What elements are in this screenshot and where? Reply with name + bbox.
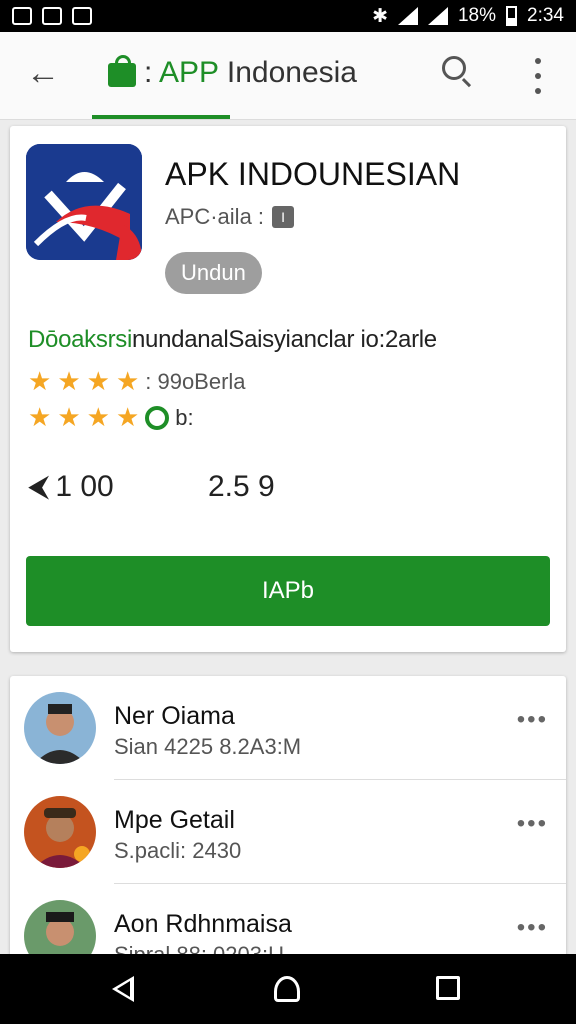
list-item[interactable]: Mpe Getail S.pacli: 2430 ••• [10,780,566,884]
list-item-name: Mpe Getail [114,806,235,834]
star-icon: ★ [86,366,110,396]
developer-name[interactable]: APC·aila : [165,204,264,230]
toolbar-title: : APP Indonesia [108,55,357,90]
size-stat: 2.5 9 [208,470,275,503]
top-toolbar: ← : APP Indonesia [0,32,576,120]
message-icon [42,7,62,25]
battery-percent: 18% [457,5,497,26]
image-icon [72,7,92,25]
install-button[interactable]: IAPb [26,556,550,626]
system-nav-bar [0,954,576,1024]
more-horiz-icon[interactable]: ••• [517,810,548,838]
status-system: ✱ 18% 2:34 [372,5,564,28]
star-icon: ★ [57,366,81,396]
more-horiz-icon[interactable]: ••• [517,706,548,734]
star-icon: ★ [28,402,52,432]
active-tab-underline [92,115,230,119]
list-item-sub: S.pacli: 2430 [114,838,242,863]
wifi-icon [397,7,418,25]
bluetooth-icon: ✱ [372,5,388,27]
more-vert-icon[interactable] [530,58,546,94]
app-stats: ⮜ 1 00 2.5 9 [28,470,548,510]
avatar [24,796,96,868]
star-icon: ★ [115,366,140,396]
nav-home-icon[interactable] [274,976,300,1002]
app-title: APK INDOUNESIAN [165,156,461,192]
developer-row[interactable]: APC·aila : I [165,204,295,230]
battery-icon [506,6,518,26]
rating-row-2: ★ ★ ★ ★ b: [28,402,194,433]
clock: 2:34 [527,5,564,26]
toolbar-title-text: : APP Indonesia [144,56,357,89]
notification-icon [12,7,32,25]
rating-text: : 99oBerla [145,368,246,394]
star-icon: ★ [115,402,140,432]
app-description: DōoaksrsinundanalSaisyianclar io:2arle [28,326,437,353]
rating-text-2: b: [175,404,194,430]
rating-row: ★ ★ ★ ★ : 99oBerla [28,366,246,397]
list-item-name: Ner Oiama [114,702,235,730]
status-bar: ✱ 18% 2:34 [0,0,576,32]
app-icon [26,144,142,260]
downloads-stat: ⮜ 1 00 [28,470,114,503]
status-notifications [12,7,92,25]
list-item[interactable]: Ner Oiama Sian 4225 8.2A3:M ••• [10,676,566,780]
star-icon: ★ [28,366,52,396]
reviewers-list: Ner Oiama Sian 4225 8.2A3:M ••• Mpe Geta… [10,676,566,976]
editors-choice-icon: I [272,206,295,228]
nav-recents-icon[interactable] [436,976,460,1000]
share-icon: ⮜ [28,470,50,503]
list-item-name: Aon Rdhnmaisa [114,910,292,938]
app-detail-card: APK INDOUNESIAN APC·aila : I Undun Dōoak… [10,126,566,652]
list-item-sub: Sian 4225 8.2A3:M [114,734,302,759]
more-horiz-icon[interactable]: ••• [517,914,548,942]
play-circle-icon [145,405,170,430]
bag-icon [108,55,136,87]
search-icon[interactable] [440,54,476,90]
nav-back-icon[interactable] [112,976,134,1002]
signal-icon [427,7,448,25]
star-icon: ★ [57,402,81,432]
category-tag[interactable]: Undun [165,252,262,294]
back-arrow-icon[interactable]: ← [26,56,60,90]
star-icon: ★ [86,402,110,432]
avatar [24,692,96,764]
